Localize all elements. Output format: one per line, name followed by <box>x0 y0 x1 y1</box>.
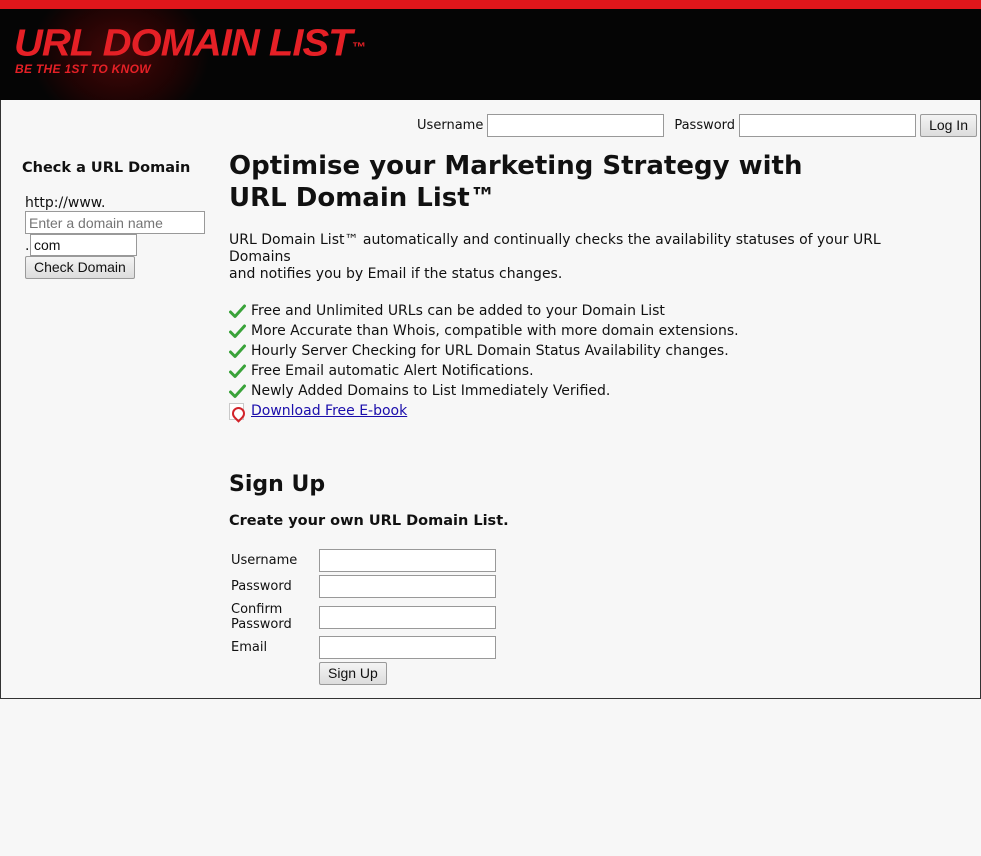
feature-text: More Accurate than Whois, compatible wit… <box>251 323 739 339</box>
signup-username-label: Username <box>231 553 298 568</box>
signup-email-input[interactable] <box>319 636 496 659</box>
top-accent-strip <box>0 0 981 9</box>
checkmark-icon <box>229 324 246 338</box>
login-password-label: Password <box>674 117 736 133</box>
site-logo[interactable]: URL DOMAIN LIST™ <box>14 22 366 64</box>
checkmark-icon <box>229 384 246 398</box>
feature-text: Newly Added Domains to List Immediately … <box>251 383 611 399</box>
domain-extension-input[interactable] <box>30 234 137 256</box>
logo-title-text: URL DOMAIN LIST <box>14 22 353 64</box>
signup-subheading: Create your own URL Domain List. <box>229 513 509 529</box>
header-banner: URL DOMAIN LIST™ BE THE 1ST TO KNOW <box>0 9 981 100</box>
login-username-input[interactable] <box>487 113 665 137</box>
intro-line2: and notifies you by Email if the status … <box>229 266 563 282</box>
domain-check-sidebar: Check a URL Domain http://www. . Check D… <box>22 160 212 279</box>
feature-text: Free and Unlimited URLs can be added to … <box>251 303 665 319</box>
login-bar: Username Password Log In <box>411 113 977 137</box>
logo-tagline: BE THE 1ST TO KNOW <box>15 62 151 76</box>
checkmark-icon <box>229 364 246 378</box>
logo-trademark: ™ <box>351 39 366 55</box>
signup-confirm-label-line2: Password <box>231 617 292 632</box>
ebook-item: Download Free E-book <box>229 401 929 421</box>
feature-text: Free Email automatic Alert Notifications… <box>251 363 534 379</box>
signup-section: Sign Up Create your own URL Domain List.… <box>229 472 509 685</box>
page-title: Optimise your Marketing Strategy with UR… <box>229 150 929 214</box>
feature-text: Hourly Server Checking for URL Domain St… <box>251 343 729 359</box>
feature-item: Free and Unlimited URLs can be added to … <box>229 301 929 321</box>
download-ebook-link[interactable]: Download Free E-book <box>251 403 407 419</box>
page-title-line1: Optimise your Marketing Strategy with <box>229 151 803 181</box>
pdf-icon <box>229 402 244 420</box>
login-password-input[interactable] <box>739 113 917 137</box>
feature-item: Hourly Server Checking for URL Domain St… <box>229 341 929 361</box>
checkmark-icon <box>229 344 246 358</box>
signup-confirm-password-input[interactable] <box>319 606 496 629</box>
feature-item: More Accurate than Whois, compatible wit… <box>229 321 929 341</box>
check-domain-button[interactable]: Check Domain <box>25 256 135 279</box>
intro-line1: URL Domain List™ automatically and conti… <box>229 232 881 265</box>
feature-list: Free and Unlimited URLs can be added to … <box>229 301 929 421</box>
signup-heading: Sign Up <box>229 472 326 497</box>
checkmark-icon <box>229 304 246 318</box>
extension-dot: . <box>25 238 30 254</box>
domain-name-input[interactable] <box>25 211 205 234</box>
signup-username-input[interactable] <box>319 549 496 572</box>
signup-password-label: Password <box>231 579 292 594</box>
login-button[interactable]: Log In <box>920 113 977 137</box>
signup-confirm-label: Confirm Password <box>231 602 292 632</box>
sidebar-heading: Check a URL Domain <box>22 160 191 176</box>
page-title-line2: URL Domain List™ <box>229 183 496 213</box>
main-content: Optimise your Marketing Strategy with UR… <box>229 150 929 421</box>
login-username-label: Username <box>417 117 484 133</box>
signup-confirm-label-line1: Confirm <box>231 602 283 617</box>
feature-item: Newly Added Domains to List Immediately … <box>229 381 929 401</box>
signup-password-input[interactable] <box>319 575 496 598</box>
signup-button[interactable]: Sign Up <box>319 662 387 685</box>
feature-item: Free Email automatic Alert Notifications… <box>229 361 929 381</box>
signup-email-label: Email <box>231 640 268 655</box>
domain-prefix-label: http://www. <box>25 195 106 211</box>
intro-text: URL Domain List™ automatically and conti… <box>229 232 909 283</box>
